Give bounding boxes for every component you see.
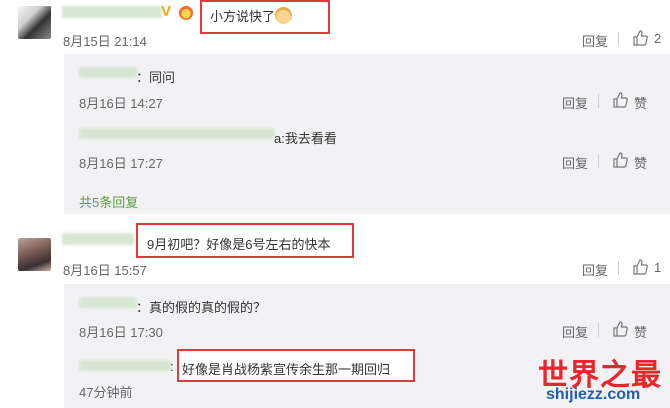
reply-text: ：同问	[136, 70, 176, 85]
reply-time: 8月16日 17:27	[79, 156, 163, 171]
reply-button[interactable]: 回复	[562, 153, 588, 172]
avatar[interactable]	[18, 6, 51, 39]
reply-text: 好像是肖战杨紫宣传余生那一期回归	[182, 362, 391, 377]
reply-colon: :	[170, 359, 174, 374]
avatar[interactable]	[18, 238, 51, 271]
more-replies-link[interactable]: 共5条回复	[79, 192, 138, 211]
reply-button[interactable]: 回复	[582, 31, 608, 50]
reply-time: 47分钟前	[79, 385, 133, 400]
comment-time: 8月16日 15:57	[63, 263, 147, 278]
watermark-url: shijiezz.com	[546, 386, 641, 403]
thumbs-up-icon[interactable]	[612, 152, 628, 168]
reply-text: ：真的假的真的假的？	[136, 300, 267, 315]
thumbs-up-icon[interactable]	[632, 259, 648, 275]
like-count: 1	[654, 260, 662, 275]
like-button-label[interactable]: 赞	[634, 322, 647, 341]
divider	[598, 94, 599, 108]
reply-username-blurred[interactable]	[79, 128, 275, 139]
comment-text: 小方说快了	[210, 6, 293, 25]
like-count: 2	[654, 31, 662, 46]
like-button-label[interactable]: 赞	[634, 153, 647, 172]
username-blurred[interactable]	[62, 6, 162, 18]
comment-text: 9月初吧？好像是6号左右的快本	[147, 237, 331, 252]
thumbs-up-icon[interactable]	[632, 30, 648, 46]
reply-button[interactable]: 回复	[582, 260, 608, 279]
divider	[618, 261, 619, 275]
divider	[618, 32, 619, 46]
thumbs-up-icon[interactable]	[612, 92, 628, 108]
thumbs-up-icon[interactable]	[612, 321, 628, 337]
doge-emoji-icon	[275, 7, 293, 24]
reply-username-blurred[interactable]	[79, 297, 137, 308]
vip-crown-icon	[179, 6, 193, 20]
reply-username-blurred[interactable]	[79, 360, 171, 371]
reply-time: 8月16日 14:27	[79, 96, 163, 111]
divider	[598, 323, 599, 337]
username-blurred[interactable]	[62, 233, 134, 245]
reply-button[interactable]: 回复	[562, 93, 588, 112]
reply-button[interactable]: 回复	[562, 322, 588, 341]
like-button-label[interactable]: 赞	[634, 93, 647, 112]
verified-v-icon: V	[161, 3, 172, 20]
reply-text: a:我去看看	[274, 131, 337, 146]
reply-time: 8月16日 17:30	[79, 325, 163, 340]
comment-time: 8月15日 21:14	[63, 34, 147, 49]
divider	[598, 154, 599, 168]
reply-username-blurred[interactable]	[79, 67, 137, 78]
